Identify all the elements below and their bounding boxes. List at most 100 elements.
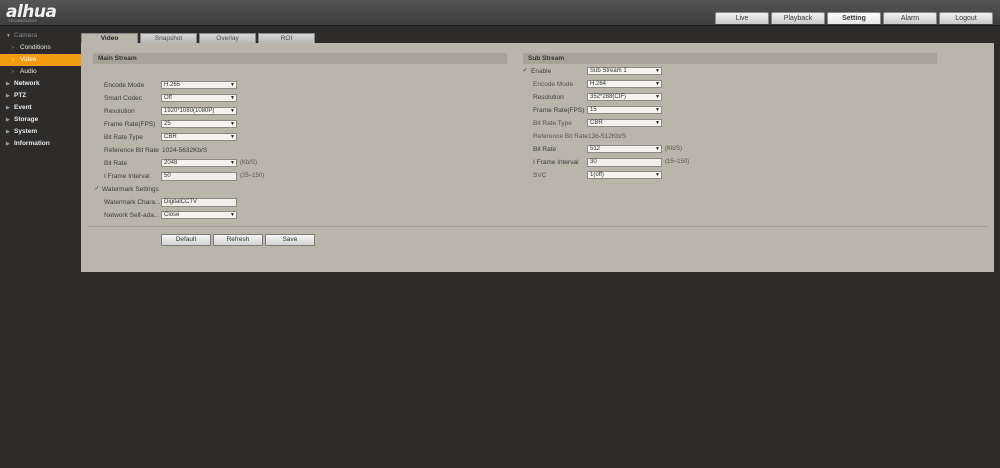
- brand-tagline: TECHNOLOGY: [8, 19, 38, 23]
- main-bit-rate-type-label: Bit Rate Type: [104, 134, 143, 141]
- sub-stream-enable-checkbox[interactable]: ✓: [522, 68, 528, 74]
- tab-snapshot[interactable]: Snapshot: [140, 33, 197, 43]
- network-selfadapt-select[interactable]: Close ▼: [161, 211, 237, 219]
- chevron-down-icon: ▼: [655, 172, 660, 178]
- main-resolution-select[interactable]: 1920*1080(1080P) ▼: [161, 107, 237, 115]
- chevron-down-icon: ▼: [655, 81, 660, 87]
- sidebar-item-label: Camera: [14, 32, 38, 39]
- sub-svc-select[interactable]: 1(off) ▼: [587, 171, 662, 179]
- nav-alarm[interactable]: Alarm: [883, 12, 937, 24]
- sidebar-item-label: Event: [14, 104, 32, 111]
- chevron-down-icon: ▼: [230, 160, 235, 166]
- main-iframe-input[interactable]: 50: [161, 172, 237, 181]
- sidebar-item-label: Information: [14, 140, 50, 147]
- refresh-button[interactable]: Refresh: [213, 234, 263, 246]
- default-button[interactable]: Default: [161, 234, 211, 246]
- chevron-right-icon: ▶: [6, 141, 10, 147]
- tab-video[interactable]: Video: [81, 33, 138, 43]
- sidebar-item-storage[interactable]: ▶ Storage: [0, 114, 82, 126]
- nav-setting[interactable]: Setting: [827, 12, 881, 24]
- sub-resolution-select[interactable]: 352*288(CIF) ▼: [587, 93, 662, 101]
- chevron-right-icon: ▶: [6, 105, 10, 111]
- sub-bit-rate-type-value: CBR: [590, 120, 603, 126]
- sub-iframe-label: I Frame Interval: [533, 159, 579, 166]
- sub-bit-rate-unit: (Kb/S): [665, 146, 683, 152]
- sidebar-item-video[interactable]: › Video: [0, 54, 82, 66]
- network-selfadapt-value: Close: [164, 212, 180, 218]
- sub-frame-rate-select[interactable]: 15 ▼: [587, 106, 662, 114]
- main-frame-rate-value: 25: [164, 121, 171, 127]
- chevron-down-icon: ▼: [230, 82, 235, 88]
- watermark-chars-input[interactable]: DigitalCCTV: [161, 198, 237, 207]
- sidebar-item-label: Video: [20, 56, 37, 63]
- sub-stream-select[interactable]: Sub Stream 1 ▼: [587, 67, 662, 75]
- sidebar-item-camera[interactable]: ▼ Camera: [0, 30, 82, 42]
- sub-encode-mode-value: H.264: [590, 81, 607, 87]
- main-bit-rate-value: 2048: [164, 160, 178, 166]
- sub-svc-value: 1(off): [590, 172, 604, 178]
- main-bit-rate-unit: (Kb/S): [240, 160, 258, 166]
- main-bit-rate-type-select[interactable]: CBR ▼: [161, 133, 237, 141]
- sidebar-item-information[interactable]: ▶ Information: [0, 138, 82, 150]
- nav-playback[interactable]: Playback: [771, 12, 825, 24]
- chevron-down-icon: ▼: [655, 94, 660, 100]
- sub-stream-enable-label: Enable: [531, 68, 552, 75]
- sub-bit-rate-type-select[interactable]: CBR ▼: [587, 119, 662, 127]
- main-encode-mode-select[interactable]: H.265 ▼: [161, 81, 237, 89]
- main-stream-header: Main Stream: [93, 53, 507, 64]
- sidebar-item-label: PTZ: [14, 92, 27, 99]
- sidebar-item-network[interactable]: ▶ Network: [0, 78, 82, 90]
- sub-encode-mode-select[interactable]: H.264 ▼: [587, 80, 662, 88]
- chevron-right-icon: ▶: [6, 93, 10, 99]
- sub-bit-rate-select[interactable]: 512 ▼: [587, 145, 662, 153]
- sub-iframe-input[interactable]: 30: [587, 158, 662, 167]
- nav-logout[interactable]: Logout: [939, 12, 993, 24]
- main-smart-codec-label: Smart Codec: [104, 95, 142, 102]
- main-smart-codec-select[interactable]: Off ▼: [161, 94, 237, 102]
- main-encode-mode-label: Encode Mode: [104, 82, 145, 89]
- sub-ref-bit-rate-label: Reference Bit Rate: [533, 133, 588, 140]
- tab-overlay[interactable]: Overlay: [199, 33, 256, 43]
- sidebar-item-label: Conditions: [20, 44, 51, 51]
- sidebar-item-label: Storage: [14, 116, 39, 123]
- chevron-right-icon: ▶: [6, 117, 10, 123]
- settings-tabs: Video Snapshot Overlay ROI: [81, 33, 315, 43]
- chevron-down-icon: ▼: [655, 68, 660, 74]
- main-frame-rate-select[interactable]: 25 ▼: [161, 120, 237, 128]
- sub-encode-mode-label: Encode Mode: [533, 81, 574, 88]
- sub-resolution-value: 352*288(CIF): [590, 94, 627, 100]
- main-resolution-value: 1920*1080(1080P): [164, 108, 215, 114]
- top-navigation: Live Playback Setting Alarm Logout: [715, 12, 993, 24]
- tab-roi[interactable]: ROI: [258, 33, 315, 43]
- main-iframe-range: (25~150): [240, 173, 265, 179]
- chevron-right-icon: ›: [12, 57, 14, 63]
- sidebar-item-conditions[interactable]: › Conditions: [0, 42, 82, 54]
- main-smart-codec-value: Off: [164, 95, 172, 101]
- sidebar-item-ptz[interactable]: ▶ PTZ: [0, 90, 82, 102]
- sidebar-item-label: System: [14, 128, 38, 135]
- sidebar-item-audio[interactable]: › Audio: [0, 66, 82, 78]
- app-header: alhua TECHNOLOGY Live Playback Setting A…: [0, 0, 1000, 26]
- chevron-down-icon: ▼: [230, 108, 235, 114]
- settings-panel: Main Stream Encode Mode H.265 ▼ Smart Co…: [81, 43, 994, 272]
- sidebar-item-label: Network: [14, 80, 40, 87]
- main-bit-rate-select[interactable]: 2048 ▼: [161, 159, 237, 167]
- sub-resolution-label: Resolution: [533, 94, 564, 101]
- nav-live[interactable]: Live: [715, 12, 769, 24]
- sub-stream-header: Sub Stream: [523, 53, 937, 64]
- save-button[interactable]: Save: [265, 234, 315, 246]
- chevron-down-icon: ▼: [655, 146, 660, 152]
- chevron-down-icon: ▼: [6, 33, 11, 39]
- stream-settings: Main Stream Encode Mode H.265 ▼ Smart Co…: [87, 49, 988, 227]
- chevron-down-icon: ▼: [230, 134, 235, 140]
- main-bit-rate-type-value: CBR: [164, 134, 177, 140]
- watermark-checkbox[interactable]: ✓: [94, 186, 100, 192]
- chevron-down-icon: ▼: [230, 95, 235, 101]
- sidebar-item-label: Audio: [20, 68, 37, 75]
- sidebar-item-system[interactable]: ▶ System: [0, 126, 82, 138]
- main-bit-rate-label: Bit Rate: [104, 160, 128, 167]
- sub-frame-rate-label: Frame Rate(FPS): [533, 107, 585, 114]
- main-frame-rate-label: Frame Rate(FPS): [104, 121, 156, 128]
- sub-frame-rate-value: 15: [590, 107, 597, 113]
- sidebar-item-event[interactable]: ▶ Event: [0, 102, 82, 114]
